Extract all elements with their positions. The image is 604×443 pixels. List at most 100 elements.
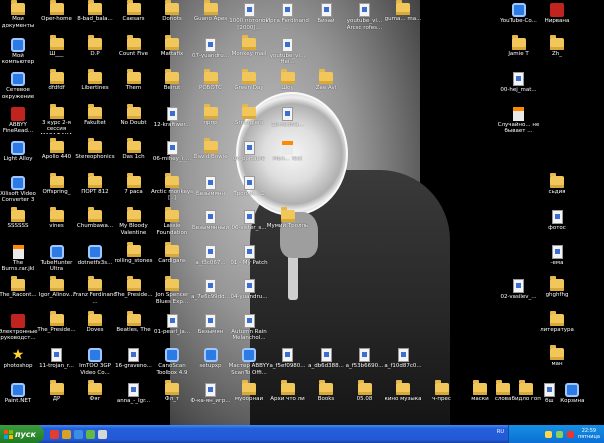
desktop-icon-label: 06-mihey_i_... — [152, 156, 192, 162]
desktop-icon-label: 16-graveno... — [115, 363, 152, 369]
desktop-icon[interactable]: муоорнаи — [229, 379, 269, 422]
show-desktop-icon[interactable] — [86, 429, 95, 439]
volume-icon[interactable] — [544, 430, 552, 438]
network-icon[interactable] — [555, 430, 563, 438]
file-icon — [243, 210, 255, 224]
desktop-icon-label: Stereophonics — [75, 154, 115, 160]
desktop-icon-label: Безымян — [197, 328, 224, 335]
desktop-icon-label: Donots — [162, 16, 182, 22]
folder-icon — [126, 310, 141, 326]
folder-icon — [88, 69, 102, 84]
desktop-icon-label: сьдия — [548, 188, 566, 195]
folder-icon — [88, 207, 102, 222]
desktop-icon-label: a_db6d388... — [308, 363, 344, 369]
desktop-icon[interactable]: Корзина — [552, 382, 592, 422]
clock[interactable]: 22:59 пятница — [578, 428, 600, 440]
desktop-icon-label: a_7e6c99dd... — [191, 294, 230, 300]
app-icon — [88, 348, 102, 362]
file-icon — [243, 3, 255, 17]
folder-icon — [126, 207, 141, 222]
folder-icon — [511, 34, 526, 50]
desktop-icon[interactable]: Мол... Test — [268, 140, 308, 180]
folder-icon — [280, 379, 295, 395]
desktop-icon-label: 10-nadwa... — [271, 121, 304, 128]
file-icon — [359, 3, 370, 17]
desktop-icon[interactable]: Ф-ка-ян_игр... — [190, 382, 231, 422]
file-icon — [205, 244, 216, 259]
quick-launch — [50, 429, 107, 439]
desktop-icon[interactable]: ч-прес — [422, 379, 462, 422]
desktop-icon[interactable]: Zh_ — [537, 34, 577, 77]
desktop-icon[interactable]: ДР — [37, 379, 77, 422]
desktop-icon-label: Безымянный — [192, 225, 229, 231]
desktop-icon-label: David Bowie — [193, 154, 228, 160]
desktop-icon-label: 04-yuandru... — [230, 294, 268, 300]
desktop-icon-label: a_f5ef0980... — [269, 363, 306, 369]
folder-icon — [203, 138, 218, 153]
desktop-icon-label: My Bloody Valentine — [119, 223, 148, 236]
email-icon[interactable] — [62, 429, 71, 439]
language-indicator[interactable]: RU — [497, 429, 504, 435]
file-icon — [320, 348, 332, 362]
desktop-icon[interactable]: Мумий Тролль — [266, 207, 309, 249]
desktop-icon-label: TubeHunter Ultra — [40, 259, 73, 273]
file-icon — [513, 72, 524, 86]
desktop-icon-label: 12-kraftwer... — [153, 121, 191, 128]
browser-icon[interactable] — [50, 429, 59, 439]
desktop-icon[interactable]: 05.08 — [345, 379, 385, 422]
desktop-icon[interactable]: Books — [306, 379, 346, 422]
taskbar: пуск RU 22:59 пятница — [0, 425, 604, 443]
desktop-icon-label: прпр — [203, 119, 218, 126]
desktop-icon-label: Jamie T — [508, 50, 529, 57]
file-icon — [205, 210, 216, 224]
desktop-icon[interactable]: Paint.NET — [0, 382, 38, 422]
desktop-icon[interactable]: gumа... ma... — [383, 0, 423, 42]
desktop-icon[interactable]: Случайно... не бывает ... — [498, 106, 539, 146]
desktop-icon[interactable]: anna_-_Igr... — [114, 382, 154, 422]
desktop-icon-label: ПОРТ 812 — [81, 188, 109, 195]
folder-icon — [396, 379, 410, 395]
start-button[interactable]: пуск — [0, 425, 44, 443]
desktop-icon[interactable]: youtube_vi... Arcsc rofes... — [345, 2, 385, 42]
desktop-icon[interactable]: Бизай — [306, 2, 346, 42]
folder-icon — [126, 138, 141, 153]
folder-icon — [11, 276, 25, 291]
file-icon — [282, 3, 293, 17]
folder-icon — [49, 103, 64, 119]
desktop-icon-label: Шоу — [281, 85, 294, 91]
desktop-icon-label: Мумий Тролль — [266, 223, 309, 229]
folder-icon — [88, 276, 102, 291]
desktop-icon-label: Мастер ABBYY ScanTo Offi... — [228, 363, 270, 376]
folder-icon — [88, 172, 102, 188]
file-icon — [282, 106, 293, 121]
desktop-icon[interactable]: Фяг — [75, 379, 115, 422]
desktop-icon-label: 05.08 — [356, 395, 373, 402]
folder-icon — [550, 276, 564, 291]
desktop-icon[interactable]: Zee Avi — [306, 69, 346, 111]
folder-icon — [242, 103, 256, 119]
red-icon — [11, 313, 25, 328]
app-icon — [11, 175, 25, 190]
desktop-icon[interactable]: 02-vasilev_... — [499, 278, 539, 318]
desktop-icon-label: No Doubt — [120, 119, 147, 126]
desktop-icon-label: Cardigans — [158, 257, 186, 264]
desktop-icon-label: Libertines — [81, 85, 109, 91]
desktop-icon-label: Фяг — [89, 395, 101, 402]
media-icon[interactable] — [74, 429, 83, 439]
app-icon — [11, 141, 25, 155]
folder-icon — [396, 0, 410, 15]
desktop-icon-label: 02-vasilev_... — [500, 294, 537, 300]
desktop-icon-label: Das 1ch — [122, 154, 145, 160]
desktop-icon[interactable]: Фл_т — [152, 379, 192, 422]
desktop-icon[interactable]: кино музыка — [383, 379, 423, 422]
desktop-icon-label: Chumbawa... — [76, 223, 114, 229]
folder-icon — [242, 379, 256, 395]
desktop-icon-label: Бизай — [317, 18, 335, 24]
desktop-icon-label: ч-прес — [432, 395, 451, 402]
desktop-icon[interactable]: Архи что ли — [268, 379, 308, 422]
app-icon[interactable] — [98, 429, 107, 439]
antivirus-icon[interactable] — [566, 430, 574, 438]
folder-icon — [126, 276, 141, 291]
desktop-icon-label: Apollo 440 — [41, 154, 72, 160]
folder-icon — [242, 69, 256, 84]
